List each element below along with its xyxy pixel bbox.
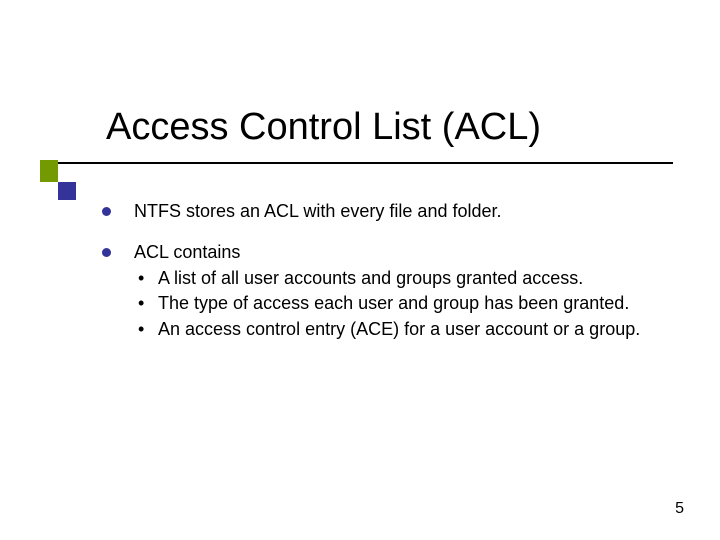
page-number: 5 (675, 500, 684, 518)
bullet-level2: • A list of all user accounts and groups… (134, 267, 662, 290)
bullet-disc-icon (102, 248, 111, 257)
sub-bullet-text: An access control entry (ACE) for a user… (158, 319, 640, 339)
title-underline (58, 162, 673, 164)
bullet-dot-icon: • (138, 292, 144, 315)
bullet-dot-icon: • (138, 318, 144, 341)
bullet-text: NTFS stores an ACL with every file and f… (134, 201, 502, 221)
title-wrap: Access Control List (ACL) (106, 108, 541, 148)
decor-block-blue (58, 182, 76, 200)
bullet-level2: • An access control entry (ACE) for a us… (134, 318, 662, 341)
bullet-dot-icon: • (138, 267, 144, 290)
sublist: • A list of all user accounts and groups… (134, 267, 662, 341)
sub-bullet-text: A list of all user accounts and groups g… (158, 268, 583, 288)
body-text: NTFS stores an ACL with every file and f… (102, 196, 662, 359)
slide-title: Access Control List (ACL) (106, 108, 541, 148)
slide: Access Control List (ACL) NTFS stores an… (0, 0, 720, 540)
bullet-level1: ACL contains • A list of all user accoun… (102, 241, 662, 341)
bullet-text: ACL contains (134, 242, 240, 262)
bullet-disc-icon (102, 207, 111, 216)
bullet-level2: • The type of access each user and group… (134, 292, 662, 315)
decor-block-green (40, 160, 58, 182)
bullet-level1: NTFS stores an ACL with every file and f… (102, 200, 662, 223)
sub-bullet-text: The type of access each user and group h… (158, 293, 629, 313)
